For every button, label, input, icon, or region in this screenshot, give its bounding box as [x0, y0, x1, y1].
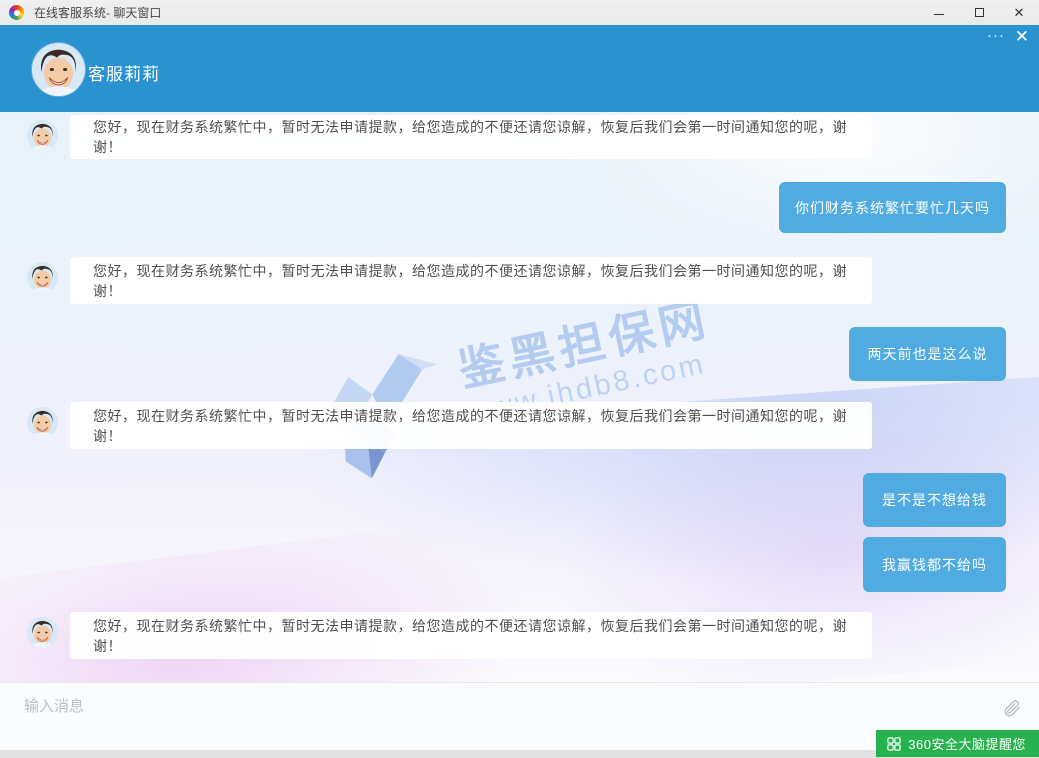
- agent-face-illustration: [27, 262, 58, 293]
- four-squares-icon: [887, 737, 901, 751]
- agent-message-bubble: 您好，现在财务系统繁忙中，暂时无法申请提款，给您造成的不便还请您谅解，恢复后我们…: [70, 612, 872, 659]
- security-notice-badge[interactable]: 360安全大脑提醒您: [876, 730, 1039, 757]
- paperclip-icon[interactable]: [1002, 698, 1022, 718]
- maximize-button[interactable]: [959, 0, 999, 25]
- chat-message-row-agent: 您好，现在财务系统繁忙中，暂时无法申请提款，给您造成的不便还请您谅解，恢复后我们…: [0, 257, 1039, 304]
- user-message-bubble: 我赢钱都不给吗: [863, 537, 1006, 592]
- agent-avatar: [27, 120, 58, 151]
- close-button[interactable]: ✕: [999, 0, 1039, 25]
- chat-message-row-agent: 您好，现在财务系统繁忙中，暂时无法申请提款，给您造成的不便还请您谅解，恢复后我们…: [0, 612, 1039, 659]
- message-text: 您好，现在财务系统繁忙中，暂时无法申请提款，给您造成的不便还请您谅解，恢复后我们…: [93, 616, 872, 656]
- agent-avatar: [27, 262, 58, 293]
- chat-message-row-user: 两天前也是这么说: [0, 327, 1039, 381]
- site-watermark: 鉴黑担保网 www.jhdb8.com: [308, 271, 804, 494]
- chat-message-area[interactable]: 鉴黑担保网 www.jhdb8.com 您好，现在财务系统繁忙中，暂时无法申请提…: [0, 112, 1039, 682]
- chat-message-row-agent: 您好，现在财务系统繁忙中，暂时无法申请提款，给您造成的不便还请您谅解，恢复后我们…: [0, 402, 1039, 449]
- chat-message-row-user: 是不是不想给钱: [0, 473, 1039, 527]
- agent-avatar: [27, 407, 58, 438]
- message-text: 是不是不想给钱: [882, 490, 987, 510]
- message-input[interactable]: [22, 693, 966, 737]
- agent-message-bubble: 您好，现在财务系统繁忙中，暂时无法申请提款，给您造成的不便还请您谅解，恢复后我们…: [70, 115, 872, 159]
- message-text: 两天前也是这么说: [868, 344, 988, 364]
- user-message-bubble: 两天前也是这么说: [849, 327, 1006, 381]
- more-options-icon[interactable]: ···: [987, 25, 1005, 47]
- close-icon: ✕: [1014, 6, 1025, 19]
- message-text: 您好，现在财务系统繁忙中，暂时无法申请提款，给您造成的不便还请您谅解，恢复后我们…: [93, 406, 872, 446]
- agent-message-bubble: 您好，现在财务系统繁忙中，暂时无法申请提款，给您造成的不便还请您谅解，恢复后我们…: [70, 257, 872, 304]
- agent-face-illustration: [27, 617, 58, 648]
- titlebar: 在线客服系统- 聊天窗口 ✕: [0, 0, 1039, 25]
- message-text: 你们财务系统繁忙要忙几天吗: [795, 198, 990, 218]
- chat-message-row-agent: 您好，现在财务系统繁忙中，暂时无法申请提款，给您造成的不便还请您谅解，恢复后我们…: [0, 115, 1039, 159]
- agent-face-illustration: [27, 120, 58, 151]
- maximize-icon: [975, 8, 984, 17]
- app-pinwheel-icon: [9, 5, 24, 20]
- chat-message-row-user: 我赢钱都不给吗: [0, 537, 1039, 592]
- message-text: 我赢钱都不给吗: [882, 555, 987, 575]
- chat-message-row-user: 你们财务系统繁忙要忙几天吗: [0, 182, 1039, 233]
- minimize-button[interactable]: [919, 0, 959, 25]
- agent-avatar: [27, 617, 58, 648]
- message-text: 您好，现在财务系统繁忙中，暂时无法申请提款，给您造成的不便还请您谅解，恢复后我们…: [93, 261, 872, 301]
- window-controls: ✕: [919, 0, 1039, 25]
- agent-face-illustration: [32, 43, 85, 96]
- agent-message-bubble: 您好，现在财务系统繁忙中，暂时无法申请提款，给您造成的不便还请您谅解，恢复后我们…: [70, 402, 872, 449]
- security-notice-label: 360安全大脑提醒您: [908, 734, 1026, 753]
- user-message-bubble: 你们财务系统繁忙要忙几天吗: [779, 182, 1006, 233]
- agent-avatar-large: [32, 43, 85, 96]
- window-title: 在线客服系统- 聊天窗口: [34, 4, 161, 21]
- chat-header: 客服莉莉 ··· ✕: [0, 25, 1039, 112]
- user-message-bubble: 是不是不想给钱: [863, 473, 1006, 527]
- chat-window: 在线客服系统- 聊天窗口 ✕ 客服莉莉: [0, 0, 1039, 758]
- header-close-icon[interactable]: ✕: [1015, 26, 1029, 48]
- message-text: 您好，现在财务系统繁忙中，暂时无法申请提款，给您造成的不便还请您谅解，恢复后我们…: [93, 117, 872, 157]
- minimize-icon: [934, 14, 944, 15]
- agent-name: 客服莉莉: [88, 60, 160, 85]
- agent-face-illustration: [27, 407, 58, 438]
